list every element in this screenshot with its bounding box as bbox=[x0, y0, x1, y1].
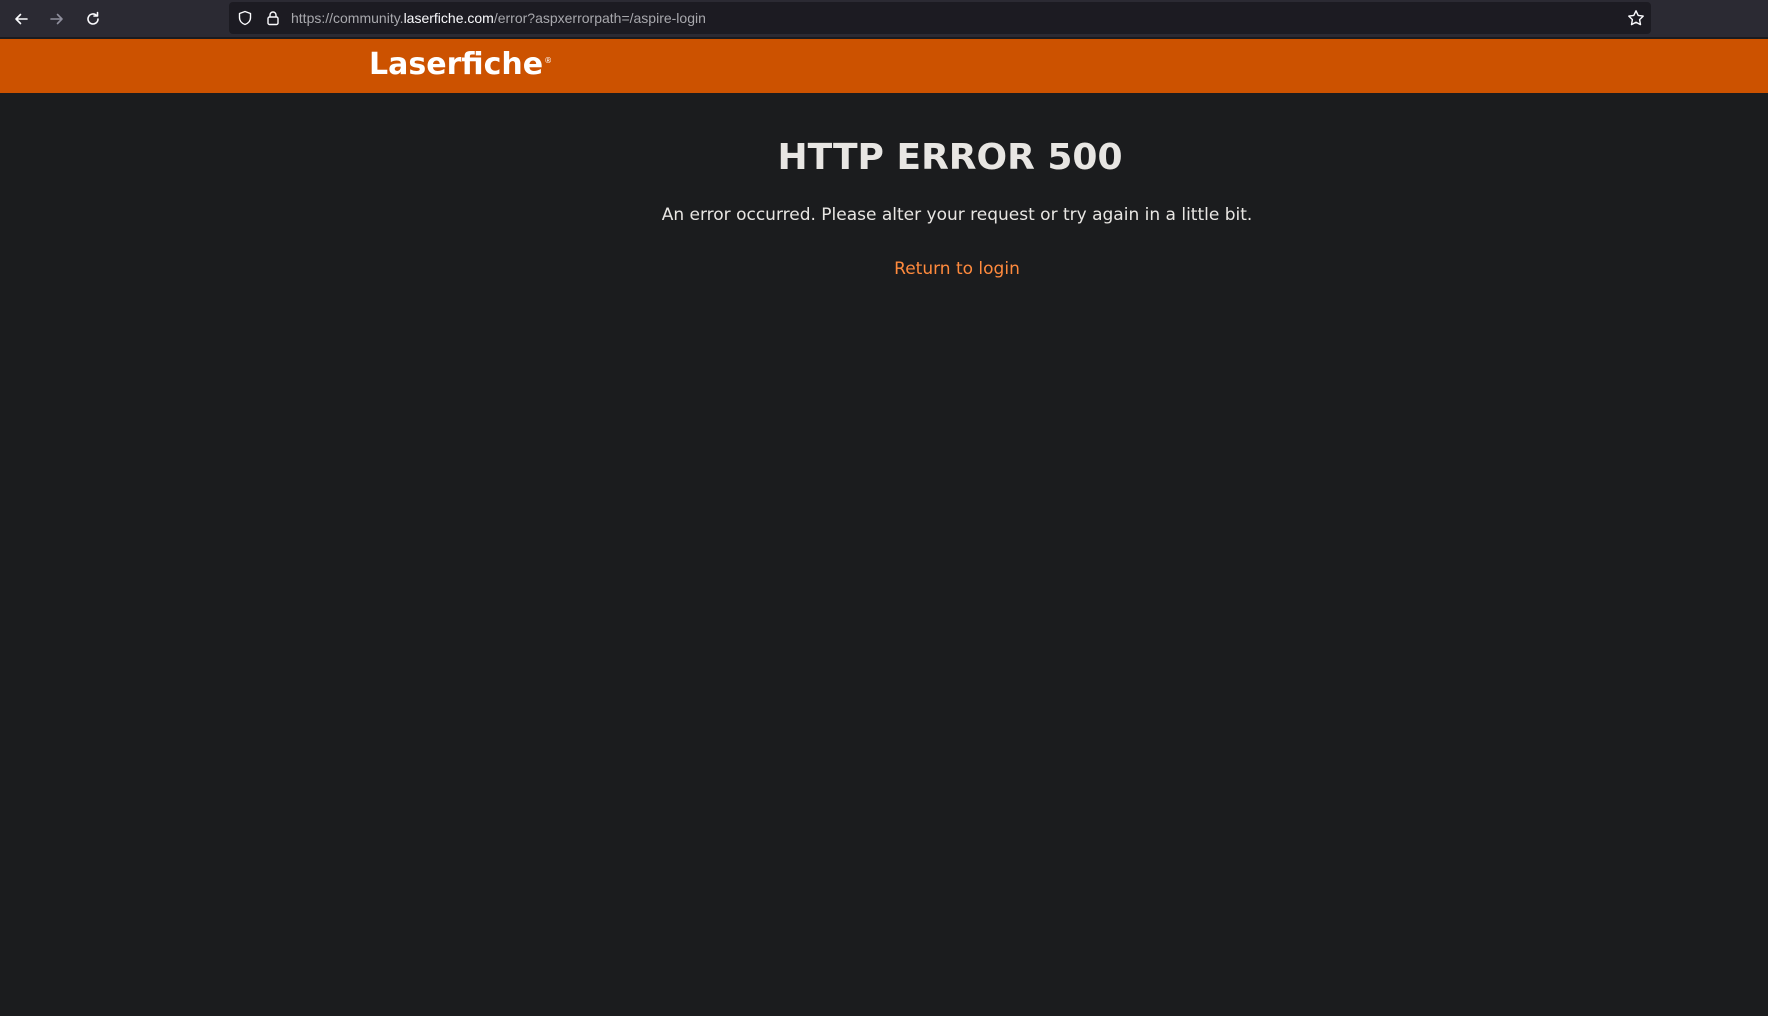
url-text[interactable]: https://community.laserfiche.com/error?a… bbox=[291, 2, 706, 34]
url-host: laserfiche.com bbox=[403, 10, 494, 26]
forward-button[interactable] bbox=[45, 7, 69, 31]
browser-toolbar: https://community.laserfiche.com/error?a… bbox=[0, 0, 1768, 38]
laserfiche-logo[interactable]: Laserfiche® bbox=[369, 47, 552, 83]
reload-button[interactable] bbox=[81, 7, 105, 31]
error-message: An error occurred. Please alter your req… bbox=[661, 205, 1253, 225]
address-bar[interactable]: https://community.laserfiche.com/error?a… bbox=[229, 2, 1651, 34]
return-link-container: Return to login bbox=[0, 259, 1768, 279]
site-header: Laserfiche® bbox=[0, 39, 1768, 93]
arrow-right-icon bbox=[49, 11, 65, 27]
lock-icon[interactable] bbox=[265, 10, 281, 26]
shield-icon[interactable] bbox=[237, 10, 253, 26]
star-icon[interactable] bbox=[1627, 9, 1645, 27]
url-prefix: https://community. bbox=[291, 10, 404, 26]
logo-text: Laserfiche bbox=[369, 47, 544, 82]
back-button[interactable] bbox=[9, 7, 33, 31]
error-title: HTTP ERROR 500 bbox=[777, 137, 1123, 178]
url-path: /error?aspxerrorpath=/aspire-login bbox=[493, 10, 706, 26]
registered-mark: ® bbox=[544, 56, 553, 65]
return-to-login-link[interactable]: Return to login bbox=[894, 259, 1020, 279]
reload-icon bbox=[85, 11, 101, 27]
arrow-left-icon bbox=[13, 11, 29, 27]
